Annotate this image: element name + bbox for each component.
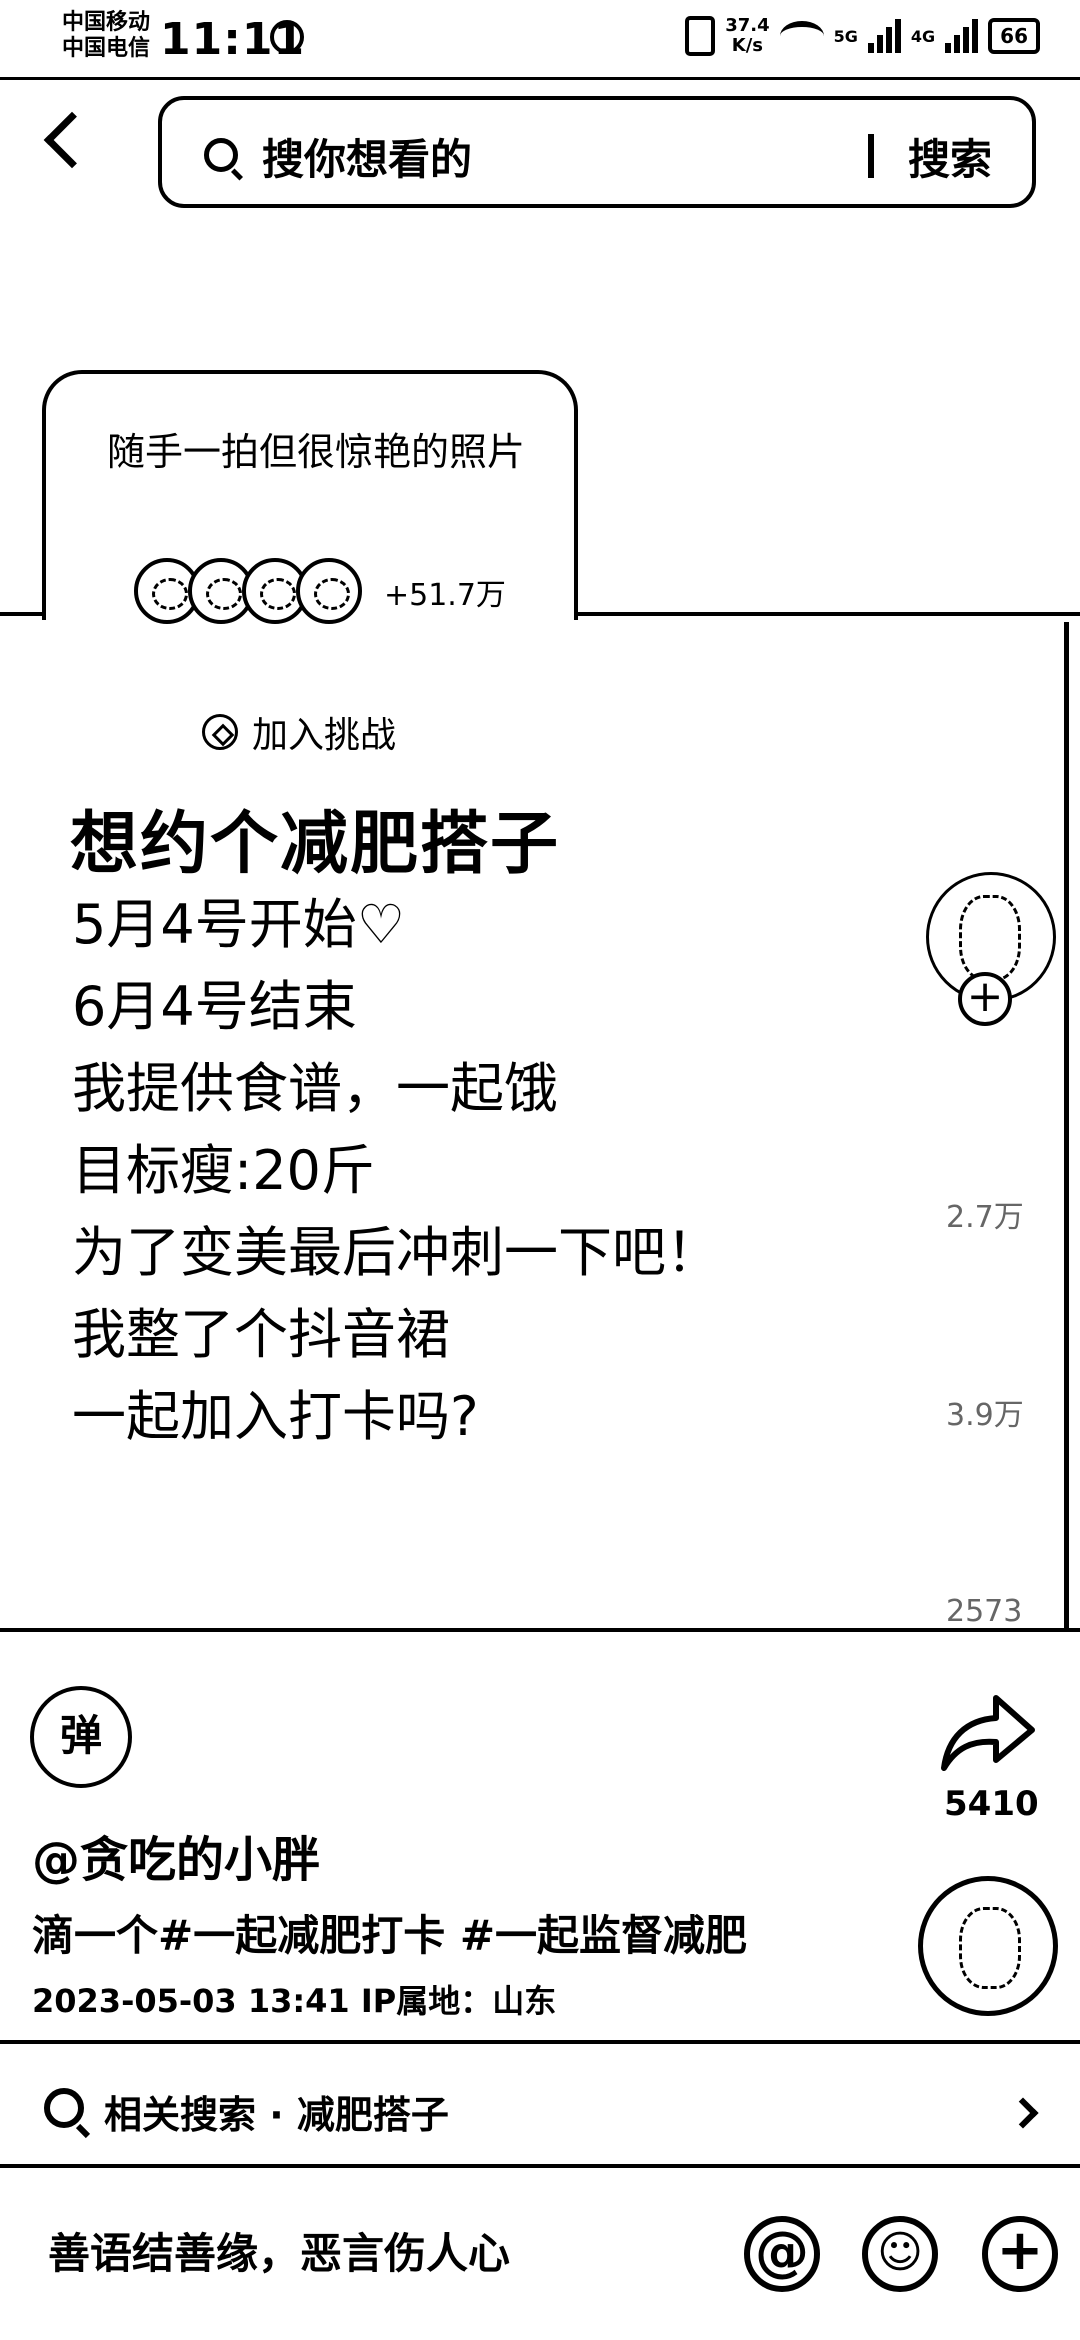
mention-icon[interactable]: @ xyxy=(744,2216,820,2292)
comment-count: 3.9万 xyxy=(946,1398,1024,1433)
net-speed: 37.4 K/s xyxy=(725,15,770,56)
search-divider xyxy=(868,134,874,178)
share-count: 5410 xyxy=(944,1784,1039,1824)
network-label-2: 4G xyxy=(910,26,936,46)
author-username[interactable]: @贪吃的小胖 xyxy=(32,1820,320,1890)
related-search-bar[interactable]: 相关搜索 · 减肥搭子 xyxy=(0,2044,1080,2164)
carrier-labels: 中国移动 中国电信 xyxy=(62,10,150,62)
join-challenge-button[interactable]: 加入挑战 xyxy=(202,706,396,758)
carrier-2: 中国电信 xyxy=(62,36,151,61)
vibrate-icon xyxy=(685,16,716,56)
post-line: 6月4号结束 xyxy=(72,975,357,1038)
participant-count: +51.7万 xyxy=(384,578,506,613)
related-search-label: 相关搜索 · 减肥搭子 xyxy=(104,2093,449,2137)
post-line: 为了变美最后冲刺一下吧！ xyxy=(72,1221,720,1284)
participant-avatars xyxy=(134,558,362,624)
favorite-count: 2573 xyxy=(946,1594,1023,1629)
post-body: 5月4号开始♡ 6月4号结束 我提供食谱，一起饿 目标瘦:20斤 为了变美最后冲… xyxy=(72,884,720,1458)
network-label-1: 5G xyxy=(833,26,858,46)
status-bar: 中国移动 中国电信 11:11 37.4 K/s 5G 4G 66 xyxy=(0,0,1080,80)
emoji-icon[interactable]: ☺ xyxy=(862,2216,938,2292)
search-button[interactable]: 搜索 xyxy=(908,126,992,187)
scrollbar[interactable] xyxy=(1064,622,1069,1632)
alarm-icon xyxy=(270,20,304,54)
danmu-button[interactable]: 弹 xyxy=(30,1686,132,1788)
post-line: 5月4号开始♡ xyxy=(72,893,406,956)
status-icons: 37.4 K/s 5G 4G 66 xyxy=(685,16,1040,56)
music-disc-icon[interactable] xyxy=(918,1876,1058,2016)
add-icon[interactable]: + xyxy=(982,2216,1058,2292)
join-challenge-label: 加入挑战 xyxy=(252,715,397,756)
divider xyxy=(0,2164,1080,2168)
video-description[interactable]: 滴一个#一起减肥打卡 #一起监督减肥 xyxy=(32,1902,747,1963)
post-line: 我提供食谱，一起饿 xyxy=(72,1057,558,1120)
share-icon[interactable] xyxy=(938,1690,1038,1776)
like-count: 2.7万 xyxy=(946,1200,1024,1235)
challenge-title: 随手一拍但很惊艳的照片 xyxy=(106,430,525,474)
search-box[interactable]: 搜你想看的 搜索 xyxy=(158,96,1036,208)
post-title: 想约个减肥搭子 xyxy=(70,805,561,884)
challenge-card[interactable]: 随手一拍但很惊艳的照片 +51.7万 xyxy=(42,370,578,624)
post-line: 一起加入打卡吗? xyxy=(72,1385,479,1448)
comment-input[interactable]: 善语结善缘，恶言伤人心 xyxy=(48,2220,510,2281)
content-frame-bottom xyxy=(0,1628,1080,1632)
signal-2-icon xyxy=(945,19,979,53)
battery-icon: 66 xyxy=(988,18,1040,54)
carrier-1: 中国移动 xyxy=(62,10,151,35)
post-meta: 2023-05-03 13:41 IP属地：山东 xyxy=(32,1982,557,2020)
avatar xyxy=(296,558,362,624)
post-line: 目标瘦:20斤 xyxy=(72,1139,375,1202)
post-line: 我整了个抖音裙 xyxy=(72,1303,450,1366)
back-icon[interactable] xyxy=(43,111,101,169)
wifi-icon xyxy=(779,21,824,51)
search-input[interactable]: 搜你想看的 xyxy=(262,126,472,187)
battery-level: 66 xyxy=(1000,24,1028,48)
signal-1-icon xyxy=(867,19,901,53)
search-icon xyxy=(204,138,238,172)
search-icon xyxy=(44,2088,84,2128)
follow-plus-icon[interactable]: + xyxy=(958,972,1012,1026)
join-challenge-icon xyxy=(202,714,238,750)
chevron-right-icon xyxy=(1007,2097,1039,2129)
